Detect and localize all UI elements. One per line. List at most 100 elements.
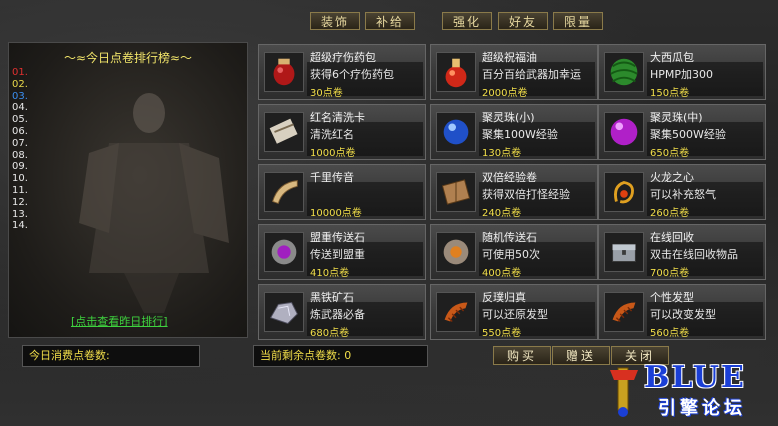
item-price: 650点卷 (650, 148, 690, 159)
ranking-number: 10. (12, 173, 28, 185)
shop-window: 装饰 补给 强化 好友 限量 ～≈今日点卷排行榜≈～ 01. 02. 03. 04. 0… (0, 0, 778, 426)
shop-item[interactable]: 聚灵珠(中) 聚集500W经验 650点卷 (598, 104, 766, 160)
item-title: 黑铁矿石 (310, 291, 354, 304)
shop-item[interactable]: 随机传送石 可使用50次 400点卷 (430, 224, 598, 280)
shop-item[interactable]: 双倍经验卷获得双倍打怪经验 240点卷 (430, 164, 598, 220)
item-title: 超级祝福油 (482, 51, 537, 64)
buy-button[interactable]: 购买 (493, 346, 551, 365)
purple-orb-icon (610, 118, 638, 146)
dragon-heart-icon (614, 181, 634, 204)
item-icon-slot (604, 172, 644, 212)
ranking-title: ～≈今日点卷排行榜≈～ (63, 51, 193, 65)
item-icon-slot (604, 292, 644, 332)
item-description: 可以改变发型 (650, 308, 716, 321)
shop-item[interactable]: 红名清洗卡 清洗红名 1000点卷 (258, 104, 426, 160)
logo-text: BLUE (644, 360, 746, 395)
item-title: 随机传送石 (482, 231, 537, 244)
item-title: 聚灵珠(小) (482, 111, 535, 124)
item-title: 在线回收 (650, 231, 694, 244)
item-title: 红名清洗卡 (310, 111, 365, 124)
blue-orb-icon (443, 119, 469, 145)
item-price: 410点卷 (310, 268, 350, 279)
item-description: 聚集500W经验 (650, 128, 726, 141)
item-icon-slot (436, 232, 476, 272)
ranking-number: 14. (12, 220, 28, 232)
item-description: 获得6个疗伤药包 (310, 68, 394, 81)
item-icon-slot (436, 172, 476, 212)
ranking-number: 09. (12, 161, 28, 173)
red-jar-icon (273, 58, 295, 86)
shop-item[interactable]: 超级祝福油 百分百给武器加幸运 2000点卷 (430, 44, 598, 100)
item-icon-slot (264, 292, 304, 332)
logo-emblem-icon (610, 367, 638, 417)
logo-subtitle: 引擎论坛 (658, 398, 746, 419)
item-description: 双击在线回收物品 (650, 248, 738, 261)
item-price: 240点卷 (482, 208, 522, 219)
ranking-number: 05. (12, 114, 28, 126)
watermelon-icon (610, 58, 638, 86)
shop-item[interactable]: 千里传音 10000点卷 (258, 164, 426, 220)
item-description: 聚集100W经验 (482, 128, 558, 141)
item-description: 获得双倍打怪经验 (482, 188, 570, 201)
item-icon-slot (264, 112, 304, 152)
orange-stone-icon (443, 239, 469, 265)
shop-item[interactable]: 反璞归真 可以还原发型 550点卷 (430, 284, 598, 340)
horn-icon (272, 180, 298, 205)
item-icon-slot (604, 232, 644, 272)
tab-friends[interactable]: 好友 (498, 12, 548, 30)
ranking-number: 08. (12, 149, 28, 161)
item-title: 反璞归真 (482, 291, 526, 304)
red-potion-icon (445, 58, 467, 88)
shop-item[interactable]: 聚灵珠(小) 聚集100W经验 130点卷 (430, 104, 598, 160)
ore-icon (270, 301, 298, 324)
item-icon-slot (436, 292, 476, 332)
tab-supply[interactable]: 补给 (365, 12, 415, 30)
purple-stone-icon (271, 239, 297, 265)
shop-item[interactable]: 大西瓜包 HPMP加300 150点卷 (598, 44, 766, 100)
yesterday-ranking-link[interactable]: [点击查看昨日排行] (71, 313, 168, 329)
item-description: 可以补充怒气 (650, 188, 716, 201)
comb-icon (612, 302, 636, 323)
item-price: 130点卷 (482, 148, 522, 159)
item-icon-slot (264, 232, 304, 272)
item-description: 传送到盟重 (310, 248, 365, 261)
blue-engine-logo: BLUE 引擎论坛 (600, 360, 772, 420)
ranking-number: 12. (12, 196, 28, 208)
shop-item[interactable]: 个性发型 可以改变发型 560点卷 (598, 284, 766, 340)
shop-item[interactable]: 在线回收双击在线回收物品 700点卷 (598, 224, 766, 280)
item-price: 150点卷 (650, 88, 690, 99)
ranking-number: 06. (12, 126, 28, 137)
book-icon (441, 179, 471, 205)
scroll-icon (269, 118, 298, 144)
item-price: 550点卷 (482, 328, 522, 339)
item-description: HPMP加300 (650, 68, 714, 81)
ranking-number: 02. (12, 78, 28, 90)
item-price: 700点卷 (650, 268, 690, 279)
item-icon-slot (264, 52, 304, 92)
ranking-number: 04. (12, 102, 28, 114)
item-icon-slot (436, 52, 476, 92)
item-description: 炼武器必备 (310, 308, 365, 321)
item-title: 超级疗伤药包 (310, 51, 376, 64)
shop-item[interactable]: 超级疗伤药包获得6个疗伤药包 30点卷 (258, 44, 426, 100)
item-price: 1000点卷 (310, 148, 356, 159)
item-description: 百分百给武器加幸运 (482, 68, 581, 81)
remaining-points-field: 当前剩余点卷数: 0 (253, 345, 428, 367)
tab-enhance[interactable]: 强化 (442, 12, 492, 30)
shop-item[interactable]: 火龙之心 可以补充怒气 260点卷 (598, 164, 766, 220)
item-title: 双倍经验卷 (482, 171, 537, 184)
ranking-number: 11. (12, 185, 28, 196)
tab-limited[interactable]: 限量 (553, 12, 603, 30)
tab-decoration[interactable]: 装饰 (310, 12, 360, 30)
shop-item[interactable]: 黑铁矿石 炼武器必备 680点卷 (258, 284, 426, 340)
ranking-number: 07. (12, 137, 28, 149)
item-price: 260点卷 (650, 208, 690, 219)
item-icon-slot (436, 112, 476, 152)
shop-item[interactable]: 盟重传送石传送到盟重 410点卷 (258, 224, 426, 280)
item-title: 聚灵珠(中) (650, 111, 703, 124)
item-title: 千里传音 (310, 171, 354, 184)
comb-icon (444, 302, 468, 323)
item-title: 盟重传送石 (310, 231, 365, 244)
item-price: 30点卷 (310, 88, 343, 99)
ranking-number: 13. (12, 208, 28, 220)
